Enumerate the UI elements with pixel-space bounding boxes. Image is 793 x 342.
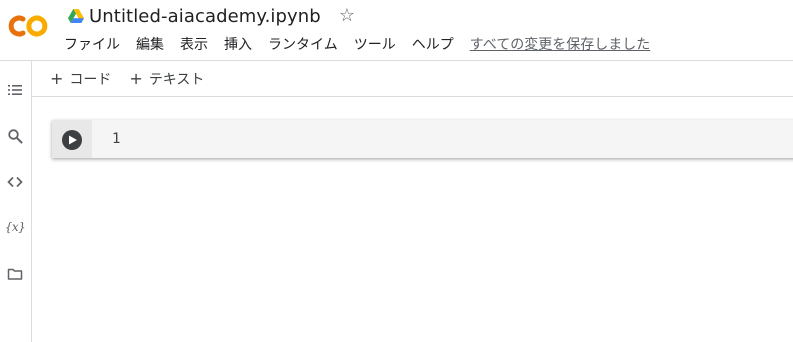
google-drive-icon[interactable] [68,9,84,23]
menu-item-insert[interactable]: 挿入 [224,34,252,54]
plus-icon: + [50,68,64,88]
code-snippets-icon[interactable] [6,173,24,191]
notebook-toolbar: + コード + テキスト [32,61,793,97]
menu-item-tools[interactable]: ツール [354,34,396,54]
save-status-link[interactable]: すべての変更を保存しました [470,34,650,54]
play-icon [69,135,77,145]
menu-item-view[interactable]: 表示 [180,34,208,54]
header: Untitled-aiacademy.ipynb ☆ ファイル 編集 表示 挿入… [0,0,793,61]
star-icon[interactable]: ☆ [339,7,355,25]
table-of-contents-icon[interactable] [6,81,24,99]
menu-item-file[interactable]: ファイル [64,34,120,54]
menu-item-runtime[interactable]: ランタイム [268,34,338,54]
search-icon[interactable] [6,127,24,145]
menu-item-edit[interactable]: 編集 [136,34,164,54]
code-cell[interactable]: 1 [52,120,793,158]
cell-gutter [52,120,92,158]
menu-item-help[interactable]: ヘルプ [412,34,454,54]
colab-logo[interactable] [6,13,50,39]
add-code-button[interactable]: + コード [50,69,111,89]
colab-app: Untitled-aiacademy.ipynb ☆ ファイル 編集 表示 挿入… [0,0,793,342]
add-code-label: コード [69,71,112,88]
add-text-label: テキスト [148,71,205,88]
plus-icon: + [129,68,143,88]
variables-icon[interactable]: {x} [4,218,26,236]
menu-bar: ファイル 編集 表示 挿入 ランタイム ツール ヘルプ すべての変更を保存しまし… [64,35,650,53]
left-sidebar: {x} [0,61,32,342]
run-cell-button[interactable] [62,130,82,150]
variables-icon-label: {x} [4,220,26,234]
folder-icon[interactable] [6,265,24,283]
line-number: 1 [112,131,121,147]
notebook-title[interactable]: Untitled-aiacademy.ipynb [89,6,321,27]
title-row: Untitled-aiacademy.ipynb ☆ [68,4,355,28]
add-text-button[interactable]: + テキスト [129,69,204,89]
